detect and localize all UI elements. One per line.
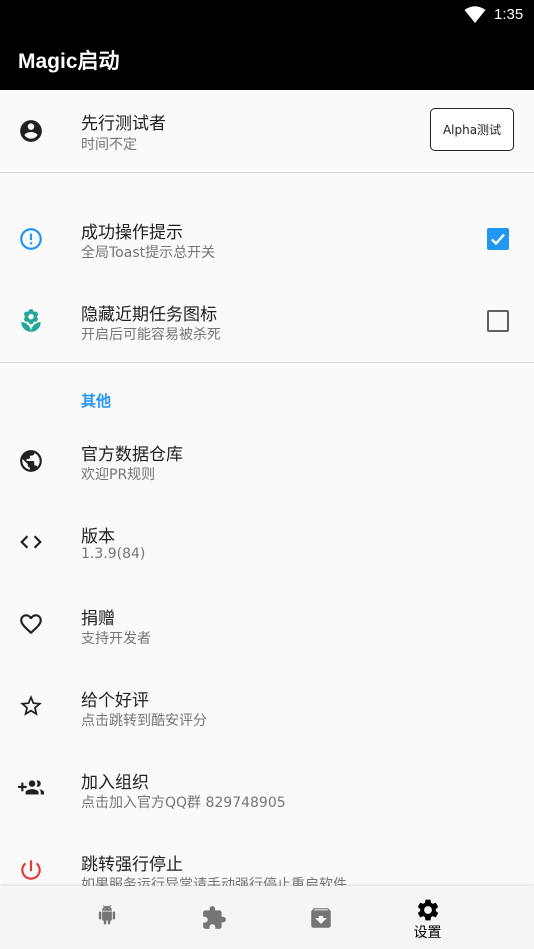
list-item-join-group[interactable]: 加入组织 点击加入官方QQ群 829748905 xyxy=(0,748,534,830)
list-item-force-stop[interactable]: 跳转强行停止 如果服务运行异常请手动强行停止重启软件 xyxy=(0,830,534,886)
nav-item-settings[interactable]: 设置 xyxy=(361,886,494,949)
power-icon xyxy=(18,857,44,883)
divider xyxy=(0,172,534,173)
tester-title: 先行测试者 xyxy=(81,114,166,134)
alpha-test-button[interactable]: Alpha测试 xyxy=(430,108,514,151)
status-bar: 1:35 xyxy=(0,0,534,30)
info-alert-icon xyxy=(18,226,44,252)
list-item-version[interactable]: 版本 1.3.9(84) xyxy=(0,502,534,584)
list-item-title: 捐赠 xyxy=(81,609,115,629)
list-item-donate[interactable]: 捐赠 支持开发者 xyxy=(0,584,534,666)
list-item-rate[interactable]: 给个好评 点击跳转到酷安评分 xyxy=(0,666,534,748)
code-icon xyxy=(18,529,44,555)
wifi-icon xyxy=(464,6,486,24)
android-icon xyxy=(94,905,120,931)
settings-icon xyxy=(415,897,441,923)
divider xyxy=(0,362,534,363)
hide-recent-title: 隐藏近期任务图标 xyxy=(81,305,217,325)
list-item-subtitle: 如果服务运行异常请手动强行停止重启软件 xyxy=(81,877,347,886)
globe-icon xyxy=(18,448,44,474)
hide-recent-checkbox[interactable] xyxy=(487,310,509,332)
puzzle-icon xyxy=(201,905,227,931)
star-icon xyxy=(18,693,44,719)
list-item-title: 给个好评 xyxy=(81,691,149,711)
list-item-title: 加入组织 xyxy=(81,773,149,793)
list-item-subtitle: 1.3.9(84) xyxy=(81,546,146,562)
toast-checkbox[interactable] xyxy=(487,228,509,250)
list-item-data-repo[interactable]: 官方数据仓库 欢迎PR规则 xyxy=(0,420,534,502)
list-item-title: 跳转强行停止 xyxy=(81,855,183,875)
check-icon xyxy=(491,233,505,246)
app-bar: Magic启动 xyxy=(0,30,534,90)
heart-icon xyxy=(18,611,44,637)
account-circle-icon xyxy=(18,118,44,144)
toast-setting-row[interactable]: 成功操作提示 全局Toast提示总开关 xyxy=(0,198,534,280)
tester-subtitle: 时间不定 xyxy=(81,137,137,153)
section-header-other: 其他 xyxy=(81,392,112,410)
group-add-icon xyxy=(18,775,44,801)
list-item-subtitle: 支持开发者 xyxy=(81,631,151,647)
hide-recent-row[interactable]: 隐藏近期任务图标 开启后可能容易被杀死 xyxy=(0,280,534,362)
toast-subtitle: 全局Toast提示总开关 xyxy=(81,245,216,261)
list-item-subtitle: 点击加入官方QQ群 829748905 xyxy=(81,795,286,811)
nav-label-settings: 设置 xyxy=(413,925,442,941)
toast-title: 成功操作提示 xyxy=(81,223,183,243)
hide-recent-subtitle: 开启后可能容易被杀死 xyxy=(81,327,221,343)
list-item-subtitle: 点击跳转到酷安评分 xyxy=(81,713,207,729)
list-item-subtitle: 欢迎PR规则 xyxy=(81,467,156,483)
app-title: Magic启动 xyxy=(18,50,120,73)
archive-icon xyxy=(308,905,334,931)
list-item-title: 官方数据仓库 xyxy=(81,445,183,465)
bottom-navigation: 设置 xyxy=(0,886,534,949)
list-item-title: 版本 xyxy=(81,527,115,547)
status-time: 1:35 xyxy=(494,6,524,23)
flower-icon xyxy=(18,308,44,334)
